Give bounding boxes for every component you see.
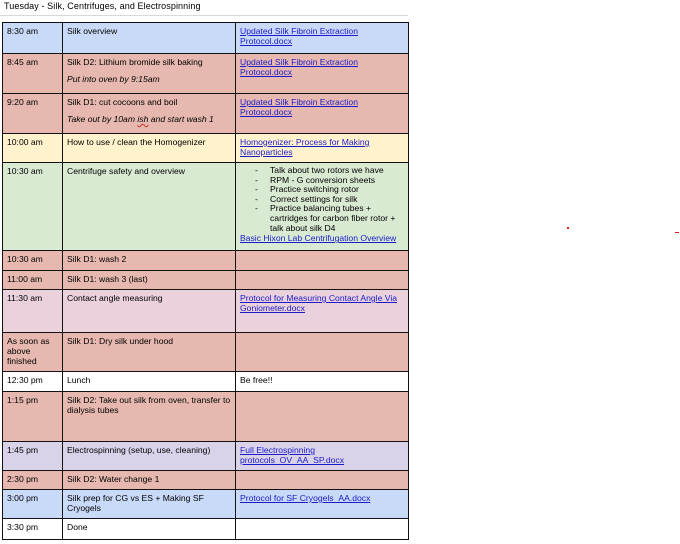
activity-cell: Silk D2: Water change 1 — [62, 470, 236, 490]
page-title: Tuesday - Silk, Centrifuges, and Electro… — [4, 1, 201, 11]
resource-cell — [235, 270, 409, 290]
table-row: 1:15 pm Silk D2: Take out silk from oven… — [2, 391, 409, 442]
cursor-mark — [567, 227, 569, 229]
activity-cell: Electrospinning (setup, use, cleaning) — [62, 441, 236, 471]
time-cell: 3:30 pm — [2, 518, 63, 540]
time-cell: 10:00 am — [2, 133, 63, 163]
time-cell: As soon as above finished — [2, 332, 63, 372]
table-row: 10:00 am How to use / clean the Homogeni… — [2, 133, 409, 163]
activity-cell: Silk overview — [62, 22, 236, 54]
activity-text: Silk D2: Lithium bromide silk baking — [67, 57, 203, 67]
resource-cell — [235, 250, 409, 271]
resource-cell — [235, 332, 409, 372]
time-cell: 1:45 pm — [2, 441, 63, 471]
activity-cell: Silk prep for CG vs ES + Making SF Cryog… — [62, 489, 236, 519]
resource-cell: Homogenizer: Process for Making Nanopart… — [235, 133, 409, 163]
resource-cell: Be free!! — [235, 371, 409, 392]
resource-cell — [235, 470, 409, 490]
table-row: 11:00 am Silk D1: wash 3 (last) — [2, 270, 409, 290]
resource-cell: Protocol for Measuring Contact Angle Via… — [235, 289, 409, 333]
table-row: 11:30 am Contact angle measuring Protoco… — [2, 289, 409, 333]
resource-cell: Updated Silk Fibroin Extraction Protocol… — [235, 22, 409, 54]
protocol-link[interactable]: Updated Silk Fibroin Extraction Protocol… — [240, 57, 358, 77]
activity-text: Silk D1: cut cocoons and boil — [67, 97, 178, 107]
time-cell: 11:00 am — [2, 270, 63, 290]
time-cell: 8:45 am — [2, 53, 63, 94]
activity-cell: Silk D1: wash 2 — [62, 250, 236, 271]
activity-note: Put into oven by 9:15am — [67, 74, 160, 84]
activity-cell: Silk D2: Lithium bromide silk baking Put… — [62, 53, 236, 94]
protocol-link[interactable]: Updated Silk Fibroin Extraction Protocol… — [240, 97, 358, 117]
resource-cell: Talk about two rotors we have RPM - G co… — [235, 162, 409, 251]
list-item: Practice balancing tubes + cartridges fo… — [255, 204, 404, 233]
table-row: 10:30 am Centrifuge safety and overview … — [2, 162, 409, 251]
table-row: 3:00 pm Silk prep for CG vs ES + Making … — [2, 489, 409, 519]
resource-cell — [235, 391, 409, 442]
time-cell: 2:30 pm — [2, 470, 63, 490]
protocol-link[interactable]: Full Electrospinning protocols_OV_AA_SP.… — [240, 445, 344, 465]
activity-cell: Centrifuge safety and overview — [62, 162, 236, 251]
activity-cell: Silk D1: cut cocoons and boil Take out b… — [62, 93, 236, 134]
protocol-link[interactable]: Protocol for Measuring Contact Angle Via… — [240, 293, 397, 313]
protocol-link[interactable]: Updated Silk Fibroin Extraction Protocol… — [240, 26, 358, 46]
resource-cell: Protocol for SF Cryogels_AA.docx — [235, 489, 409, 519]
protocol-link[interactable]: Homogenizer: Process for Making Nanopart… — [240, 137, 369, 157]
time-cell: 1:15 pm — [2, 391, 63, 442]
title-divider — [0, 15, 408, 16]
table-row: 12:30 pm Lunch Be free!! — [2, 371, 409, 392]
resource-cell: Updated Silk Fibroin Extraction Protocol… — [235, 93, 409, 134]
activity-cell: Lunch — [62, 371, 236, 392]
activity-cell: Silk D2: Take out silk from oven, transf… — [62, 391, 236, 442]
protocol-link[interactable]: Basic Hixon Lab Centrifugation Overview — [240, 233, 396, 243]
resource-cell: Updated Silk Fibroin Extraction Protocol… — [235, 53, 409, 94]
activity-cell: How to use / clean the Homogenizer — [62, 133, 236, 163]
note-part: and start wash 1 — [148, 114, 214, 124]
topic-list: Talk about two rotors we have RPM - G co… — [240, 165, 404, 233]
resource-cell — [235, 518, 409, 540]
table-row: 9:20 am Silk D1: cut cocoons and boil Ta… — [2, 93, 409, 134]
time-cell: 3:00 pm — [2, 489, 63, 519]
note-part: Take out by 10am — [67, 114, 138, 124]
time-cell: 11:30 am — [2, 289, 63, 333]
protocol-link[interactable]: Protocol for SF Cryogels_AA.docx — [240, 493, 370, 503]
table-row: 2:30 pm Silk D2: Water change 1 — [2, 470, 409, 490]
table-row: As soon as above finished Silk D1: Dry s… — [2, 332, 409, 372]
time-cell: 10:30 am — [2, 162, 63, 251]
activity-cell: Contact angle measuring — [62, 289, 236, 333]
activity-cell: Silk D1: wash 3 (last) — [62, 270, 236, 290]
time-cell: 8:30 am — [2, 22, 63, 54]
table-row: 10:30 am Silk D1: wash 2 — [2, 250, 409, 271]
table-row: 8:30 am Silk overview Updated Silk Fibro… — [2, 22, 409, 54]
resource-cell: Full Electrospinning protocols_OV_AA_SP.… — [235, 441, 409, 471]
schedule-table: 8:30 am Silk overview Updated Silk Fibro… — [2, 22, 409, 540]
table-row: 8:45 am Silk D2: Lithium bromide silk ba… — [2, 53, 409, 94]
note-misspelled-word: ish — [137, 114, 149, 124]
activity-cell: Done — [62, 518, 236, 540]
activity-cell: Silk D1: Dry silk under hood — [62, 332, 236, 372]
cursor-mark — [675, 232, 679, 233]
time-cell: 12:30 pm — [2, 371, 63, 392]
table-row: 3:30 pm Done — [2, 518, 409, 540]
time-cell: 10:30 am — [2, 250, 63, 271]
time-cell: 9:20 am — [2, 93, 63, 134]
activity-note: Take out by 10am ish and start wash 1 — [67, 114, 231, 124]
table-row: 1:45 pm Electrospinning (setup, use, cle… — [2, 441, 409, 471]
